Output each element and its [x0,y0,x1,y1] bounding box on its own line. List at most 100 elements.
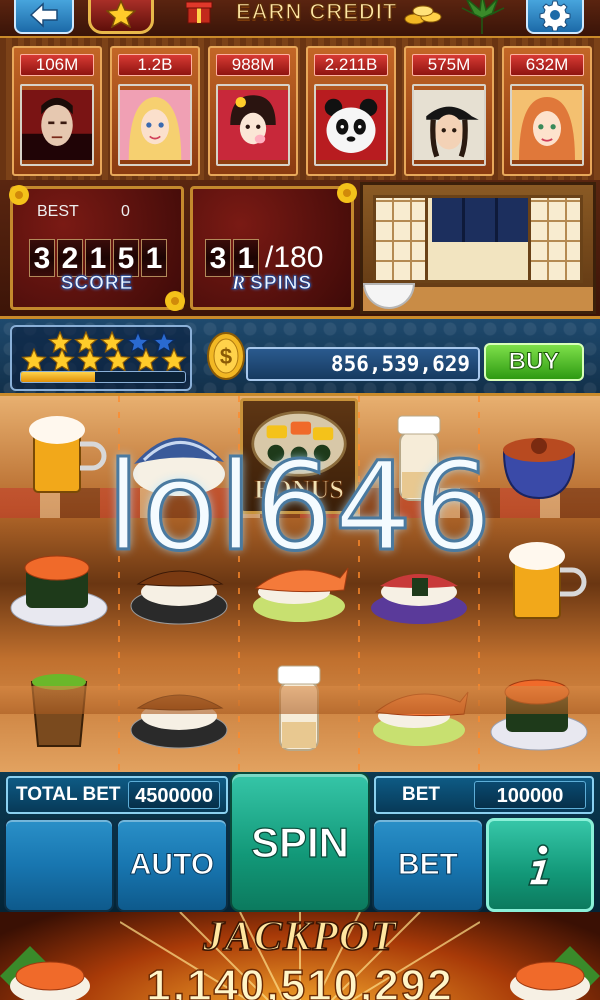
ebi-nigiri-icon [253,567,349,622]
jackpot-value: 1,140,510,292 [146,960,454,1000]
balance-bar: $ 856,539,629 BUY [0,316,600,396]
spins-total: /180 [265,241,324,274]
ikura-gunkan-icon [10,555,108,627]
level-star [151,331,177,354]
player-card[interactable]: 106M [12,46,102,176]
score-digit: 2 [57,239,83,277]
level-star [77,347,103,372]
player-card[interactable]: 575M [404,46,494,176]
mackerel-nigiri-icon [133,437,225,496]
score-label: SCORE [60,273,134,295]
shoji-panel [528,198,580,280]
player-credit: 1.2B [118,54,192,76]
beer-icon [509,542,587,619]
shoji-panel [376,198,428,280]
player-card[interactable]: 988M [208,46,298,176]
spins-label: SPINS [250,273,313,295]
bet-label: BET [402,784,440,805]
gear-icon [539,0,571,31]
reel-symbol-mackerel-nigiri [120,396,238,518]
noren-curtain [432,198,530,242]
dollar-coin-icon: $ [207,332,245,380]
auto-button[interactable]: AUTO [116,818,228,912]
player-avatar-baseball [412,84,486,166]
level-star [47,331,73,354]
reel-symbol-ebi-nigiri [240,522,358,644]
score-counter: 3 2 1 5 1 [29,239,167,277]
best-value: 0 [121,203,130,220]
reel-symbol-beer [480,522,598,644]
empty-control-button[interactable] [4,818,114,912]
player-credit: 632M [510,54,584,76]
spins-label-row: R SPINS [193,272,351,295]
vip-badge[interactable] [88,0,154,34]
spin-button[interactable]: SPIN [230,772,370,912]
level-star [73,331,99,354]
chrysanthemum-icon [9,185,29,205]
reel-symbol-ebi-nigiri [360,646,478,768]
back-arrow-icon [29,2,58,28]
matcha-cup-icon [30,674,88,747]
reel-symbol-tako-nigiri [360,522,478,644]
players-row: 106M 1.2B 988M 2.211B 575M 632M [0,38,600,180]
star-icon [106,0,136,28]
player-avatar-panda [314,84,388,166]
sushi-shop-window [360,182,596,314]
balance-amount: 856,539,629 [246,347,480,381]
reel-symbol-ikura-gunkan [480,646,598,768]
total-bet-value: 4500000 [128,781,220,809]
bonus-label: BONUS [254,475,345,505]
bet-display: BET 100000 [374,776,594,814]
best-label: BEST [37,203,79,220]
player-avatar-geisha [216,84,290,166]
score-digit: 5 [113,239,139,277]
tako-nigiri-icon [371,574,467,624]
level-stars [21,331,187,372]
bet-button[interactable]: BET [372,818,484,912]
reel-symbol-chawanmushi [480,396,598,518]
top-bar: EARN CREDIT [0,0,600,38]
rice-bowl-icon [363,283,415,309]
player-card[interactable]: 632M [502,46,592,176]
reel-symbol-milk-bottle [360,396,478,518]
reel-symbol-matcha-cup [0,646,118,768]
level-star [125,331,151,354]
shop-counter [363,283,593,311]
player-avatar-vampire [20,84,94,166]
score-digit: 3 [29,239,55,277]
bet-value: 100000 [474,781,586,809]
player-card[interactable]: 1.2B [110,46,200,176]
controls-panel: TOTAL BET 4500000 BET 100000 AUTO SPIN B… [0,772,600,912]
unagi-nigiri-icon [130,694,228,749]
jackpot-banner: JACKPOT 1,140,510,292 [0,912,600,1000]
back-button[interactable] [14,0,74,34]
info-button[interactable] [486,818,594,912]
score-digit: 1 [141,239,167,277]
maple-leaf-icon [461,0,505,34]
score-digit: 1 [85,239,111,277]
level-star [161,347,187,372]
settings-button[interactable] [526,0,584,34]
reel-symbol-beer [0,396,118,518]
reel-symbol-unagi-nigiri [120,522,238,644]
buy-button[interactable]: BUY [484,343,584,381]
milk-bottle-icon [277,665,321,751]
shop-interior [373,195,583,283]
level-star [21,347,47,372]
slot-reels[interactable]: BONUS [0,396,600,772]
gift-coins-icon [186,1,213,24]
player-card[interactable]: 2.211B [306,46,396,176]
total-bet-label: TOTAL BET [16,784,121,805]
level-box[interactable] [10,325,192,391]
earn-credit-button[interactable]: EARN CREDIT [178,0,455,28]
level-star [99,331,125,354]
beer-icon [29,416,107,493]
jackpot-title: JACKPOT [202,913,397,961]
xp-progress-fill [21,372,95,382]
reel-symbol-milk-bottle [240,646,358,768]
chrysanthemum-icon [337,183,357,203]
info-icon [527,844,551,886]
level-star [133,347,159,372]
reel-symbol-unagi-nigiri [120,646,238,768]
svg-text:$: $ [220,344,232,369]
